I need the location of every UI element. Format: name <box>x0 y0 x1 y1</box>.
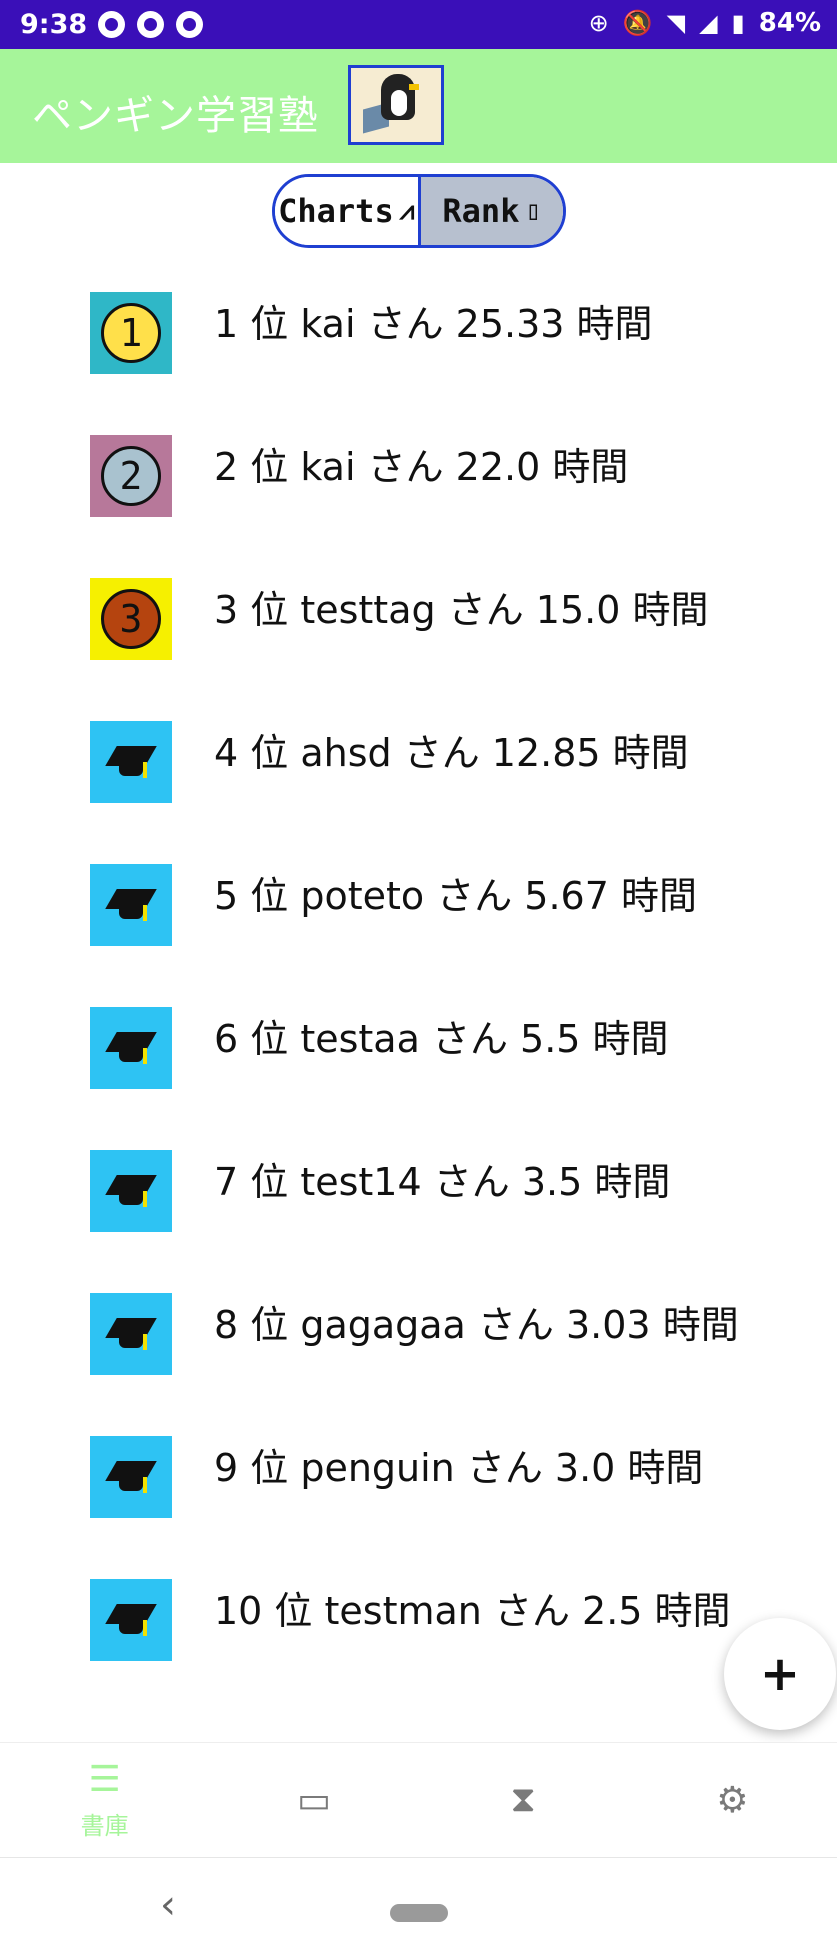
status-system-icons: ⊕ 🔕 ◥ ◢ ▮ 84% <box>589 8 821 38</box>
battery-icon: ▮ <box>731 9 745 37</box>
rank-1-badge-icon: 1 <box>90 292 172 374</box>
ranking-entry-text: 6 位 testaa さん 5.5 時間 <box>214 1017 669 1061</box>
graduation-cap-icon <box>90 1150 172 1232</box>
list-item: 10 位 testman さん 2.5 時間 <box>0 1569 837 1669</box>
list-item: 7 位 test14 さん 3.5 時間 <box>0 1140 837 1240</box>
list-item: 2 2 位 kai さん 22.0 時間 <box>0 425 837 525</box>
ranking-entry-text: 4 位 ahsd さん 12.85 時間 <box>214 731 689 775</box>
graduation-cap-icon <box>90 1293 172 1375</box>
charts-tab-label: Charts <box>278 192 394 230</box>
list-item: 1 1 位 kai さん 25.33 時間 <box>0 282 837 382</box>
ranking-entry-text: 8 位 gagagaa さん 3.03 時間 <box>214 1303 739 1347</box>
charts-tab[interactable]: Charts ⩘ <box>275 177 421 245</box>
graduation-cap-icon <box>90 1436 172 1518</box>
data-saver-icon <box>176 11 203 38</box>
battery-percent: 84% <box>758 8 821 38</box>
list-item: 5 位 poteto さん 5.67 時間 <box>0 854 837 954</box>
hourglass-icon: ⧗ <box>510 1779 536 1820</box>
signal-icon: ◢ <box>699 9 718 37</box>
line-chart-icon: ⩘ <box>399 195 415 226</box>
wifi-icon: ◥ <box>666 9 686 37</box>
nav-video[interactable]: ▭ <box>209 1743 418 1857</box>
app-bar: ペンギン学習塾 <box>0 49 837 163</box>
home-pill[interactable] <box>390 1904 448 1922</box>
charts-rank-toggle[interactable]: Charts ⩘ Rank ▯ <box>272 174 566 248</box>
graduation-cap-icon <box>90 864 172 946</box>
nav-settings[interactable]: ⚙ <box>628 1743 837 1857</box>
status-bar: 9:38 ⊕ 🔕 ◥ ◢ ▮ 84% <box>0 0 837 49</box>
film-icon: ▭ <box>296 1779 331 1821</box>
nav-library[interactable]: ☰ 書庫 <box>0 1743 209 1857</box>
ranking-entry-text: 10 位 testman さん 2.5 時間 <box>214 1589 731 1633</box>
nav-library-label: 書庫 <box>80 1812 129 1840</box>
graduation-cap-icon <box>90 1007 172 1089</box>
gear-icon: ⚙ <box>716 1779 749 1821</box>
list-item: 4 位 ahsd さん 12.85 時間 <box>0 711 837 811</box>
ranking-entry-text: 1 位 kai さん 25.33 時間 <box>214 302 653 346</box>
graduation-cap-icon <box>90 1579 172 1661</box>
notification-icon <box>98 11 125 38</box>
list-icon: ☰ <box>88 1759 121 1800</box>
rank-3-badge-icon: 3 <box>90 578 172 660</box>
list-item: 6 位 testaa さん 5.5 時間 <box>0 997 837 1097</box>
ranking-entry-text: 5 位 poteto さん 5.67 時間 <box>214 874 697 918</box>
ranking-entry-text: 2 位 kai さん 22.0 時間 <box>214 445 629 489</box>
shield-icon <box>137 11 164 38</box>
list-item: 8 位 gagagaa さん 3.03 時間 <box>0 1283 837 1383</box>
nav-timer[interactable]: ⧗ <box>419 1743 628 1857</box>
bar-chart-icon: ▯ <box>525 196 542 226</box>
rank-2-badge-icon: 2 <box>90 435 172 517</box>
ranking-entry-text: 3 位 testtag さん 15.0 時間 <box>214 588 709 632</box>
rank-tab[interactable]: Rank ▯ <box>420 177 563 245</box>
app-title: ペンギン学習塾 <box>32 93 319 139</box>
add-button[interactable]: + <box>724 1618 836 1730</box>
app-logo-icon <box>348 65 444 145</box>
status-notification-icons <box>98 11 203 38</box>
list-item: 3 3 位 testtag さん 15.0 時間 <box>0 568 837 668</box>
bottom-navigation: ☰ 書庫 ▭ ⧗ ⚙ <box>0 1742 837 1857</box>
gps-icon: ⊕ <box>588 9 609 37</box>
status-time: 9:38 <box>20 9 88 40</box>
system-navigation: ‹ <box>0 1857 837 1954</box>
ranking-entry-text: 7 位 test14 さん 3.5 時間 <box>214 1160 671 1204</box>
mute-icon: 🔕 <box>622 9 653 37</box>
ranking-entry-text: 9 位 penguin さん 3.0 時間 <box>214 1446 704 1490</box>
list-item: 9 位 penguin さん 3.0 時間 <box>0 1426 837 1526</box>
back-icon[interactable]: ‹ <box>160 1882 176 1928</box>
graduation-cap-icon <box>90 721 172 803</box>
rank-tab-label: Rank <box>442 192 520 230</box>
plus-icon: + <box>759 1646 801 1702</box>
